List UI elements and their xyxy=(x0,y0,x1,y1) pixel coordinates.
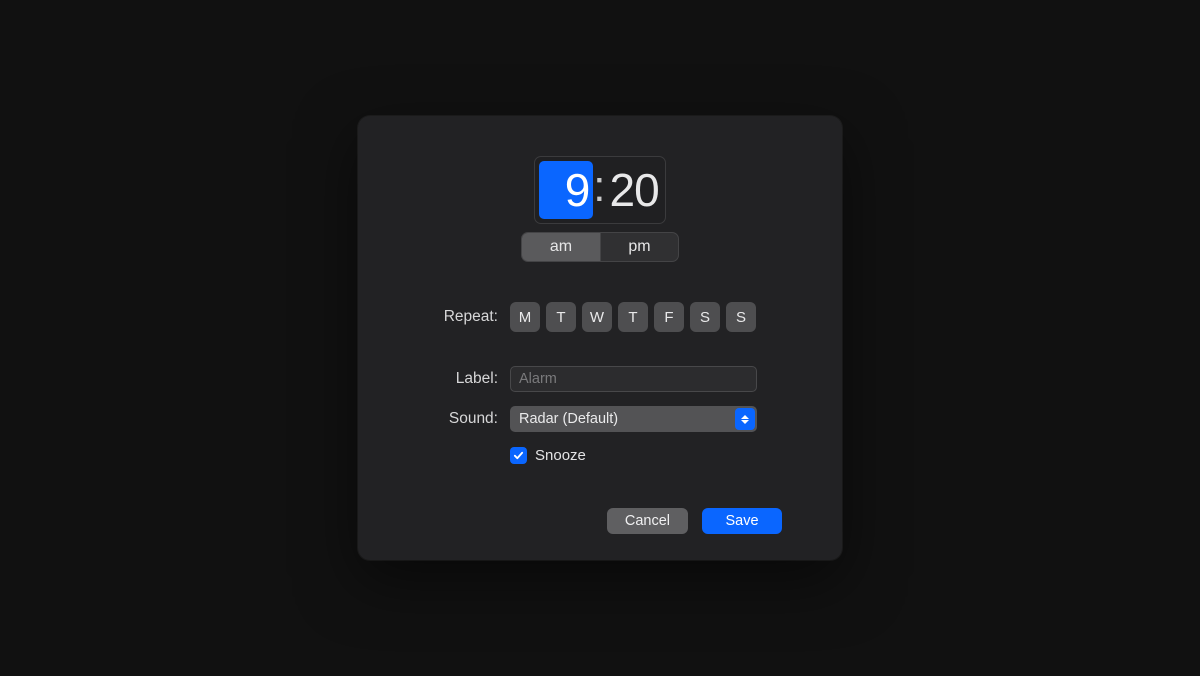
time-colon: : xyxy=(593,165,605,215)
snooze-checkbox[interactable]: Snooze xyxy=(510,447,586,464)
pm-segment[interactable]: pm xyxy=(600,233,678,261)
sound-row: Sound: Radar (Default) xyxy=(418,406,782,432)
snooze-label: Snooze xyxy=(535,447,586,464)
day-mon[interactable]: M xyxy=(510,302,540,332)
day-wed[interactable]: W xyxy=(582,302,612,332)
am-segment[interactable]: am xyxy=(522,233,600,261)
day-thu[interactable]: T xyxy=(618,302,648,332)
hour-segment[interactable]: 9 xyxy=(539,161,593,219)
repeat-label: Repeat: xyxy=(418,308,510,326)
repeat-day-buttons: M T W T F S S xyxy=(510,302,756,332)
sound-field-label: Sound: xyxy=(418,410,510,428)
time-box: 9 : 20 xyxy=(534,156,665,224)
save-button[interactable]: Save xyxy=(702,508,782,534)
sound-select-value[interactable]: Radar (Default) xyxy=(510,406,757,432)
day-sun[interactable]: S xyxy=(726,302,756,332)
day-sat[interactable]: S xyxy=(690,302,720,332)
repeat-row: Repeat: M T W T F S S xyxy=(418,302,782,332)
time-picker: 9 : 20 am pm xyxy=(418,156,782,262)
alarm-edit-dialog: 9 : 20 am pm Repeat: M T W T F S S Label… xyxy=(358,116,842,560)
minute-segment[interactable]: 20 xyxy=(606,161,661,219)
day-fri[interactable]: F xyxy=(654,302,684,332)
dialog-actions: Cancel Save xyxy=(418,508,782,534)
label-row: Label: xyxy=(418,366,782,392)
label-field-label: Label: xyxy=(418,370,510,388)
label-input[interactable] xyxy=(510,366,757,392)
ampm-toggle[interactable]: am pm xyxy=(521,232,679,262)
snooze-row: Snooze xyxy=(418,446,782,464)
cancel-button[interactable]: Cancel xyxy=(607,508,688,534)
day-tue[interactable]: T xyxy=(546,302,576,332)
checkmark-icon xyxy=(510,447,527,464)
sound-select[interactable]: Radar (Default) xyxy=(510,406,757,432)
